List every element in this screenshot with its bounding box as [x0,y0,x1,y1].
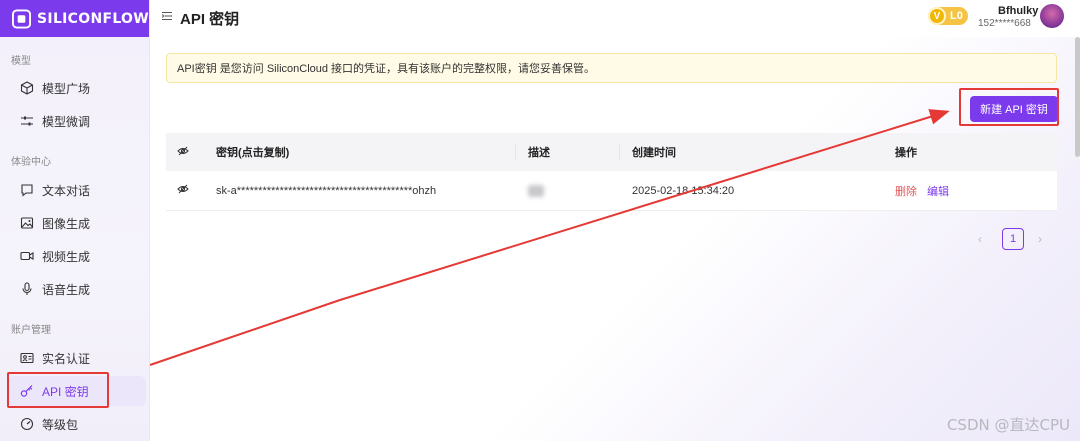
menu-toggle-icon[interactable] [162,11,172,21]
page-title: API 密钥 [180,11,240,28]
table-row: sk-a************************************… [166,171,1057,211]
sidebar-item-label: 文本对话 [42,183,91,198]
user-phone: 152*****668 [978,18,1031,29]
sidebar-item-level-pack[interactable]: 等级包 [8,409,146,439]
gauge-icon [20,417,34,431]
section-label-experience: 体验中心 [11,157,51,168]
api-key-table: 密钥(点击复制) 描述 创建时间 操作 sk-a****************… [166,133,1057,211]
toggle-visibility-row[interactable] [166,183,216,198]
sidebar-item-identity[interactable]: 实名认证 [8,343,146,373]
section-label-models: 模型 [11,56,31,67]
sidebar-item-image-gen[interactable]: 图像生成 [8,208,146,238]
sidebar-item-text-chat[interactable]: 文本对话 [8,175,146,205]
logo[interactable]: SILICONFLOW [0,0,149,37]
main-content: API密钥 是您访问 SiliconCloud 接口的凭证，具有该账户的完整权限… [150,37,1080,441]
cube-icon [20,81,34,95]
sidebar-item-label: 等级包 [42,417,79,432]
sidebar-item-label: 视频生成 [42,249,91,264]
key-created-time: 2025-02-18 15:34:20 [632,184,735,197]
key-description [516,182,620,200]
annotation-box-new-key [959,88,1059,126]
table-header: 密钥(点击复制) 描述 创建时间 操作 [166,133,1057,171]
sidebar-item-label: 模型广场 [42,81,91,96]
annotation-box-api-keys [7,372,109,408]
logo-text: SILICONFLOW [37,10,149,27]
page-number[interactable]: 1 [1002,228,1024,250]
sidebar-item-label: 语音生成 [42,282,91,297]
watermark: CSDN @直达CPU [946,416,1070,434]
scrollbar[interactable] [1075,37,1080,157]
eye-off-icon [177,184,189,194]
toggle-visibility-header[interactable] [166,145,216,160]
level-label: L0 [950,10,963,22]
section-label-account: 账户管理 [11,325,51,336]
video-icon [20,251,34,261]
prev-page-icon[interactable]: ‹ [978,232,988,246]
api-key-value[interactable]: sk-a************************************… [216,182,516,200]
sidebar-item-label: 模型微调 [42,114,91,129]
notice-banner: API密钥 是您访问 SiliconCloud 接口的凭证，具有该账户的完整权限… [166,53,1057,83]
level-v-icon: V [928,7,946,25]
chat-icon [21,184,33,197]
logo-icon [12,8,32,29]
sidebar-item-fine-tune[interactable]: 模型微调 [8,106,146,136]
sidebar-item-model-square[interactable]: 模型广场 [8,73,146,103]
user-name: Bfhulky [998,5,1039,17]
level-badge[interactable]: V L0 [928,7,968,25]
eye-off-icon [177,146,189,155]
image-icon [20,217,34,229]
mic-icon [22,282,32,295]
next-page-icon[interactable]: › [1038,232,1048,246]
pagination: ‹ 1 › [978,228,1048,250]
top-header: API 密钥 V L0 Bfhulky 152*****668 [150,0,1080,37]
avatar[interactable] [1040,4,1064,28]
id-card-icon [20,352,34,364]
delete-link[interactable]: 删除 [895,183,917,199]
sidebar-item-voice-gen[interactable]: 语音生成 [8,274,146,304]
col-header-actions: 操作 [895,147,917,159]
col-header-created: 创建时间 [632,147,676,159]
edit-link[interactable]: 编辑 [927,183,949,199]
row-actions: 删除 编辑 [894,183,1054,199]
col-header-key: 密钥(点击复制) [216,143,516,161]
sidebar-item-label: 实名认证 [42,351,91,366]
sliders-icon [21,116,33,126]
sidebar-item-label: 图像生成 [42,216,91,231]
col-header-desc: 描述 [516,143,620,161]
sidebar-item-video-gen[interactable]: 视频生成 [8,241,146,271]
blurred-description [528,184,544,197]
